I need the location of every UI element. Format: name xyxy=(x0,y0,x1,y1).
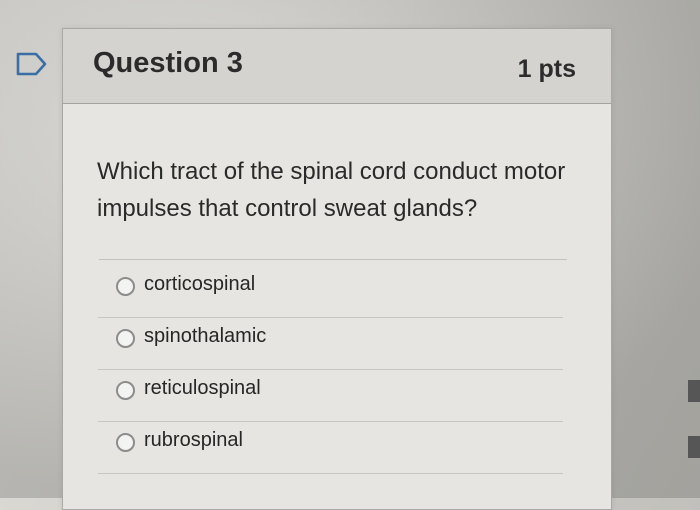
answer-option[interactable]: rubrospinal xyxy=(98,421,563,474)
radio-empty-icon[interactable] xyxy=(116,329,135,348)
answer-label: spinothalamic xyxy=(144,325,267,347)
question-points: 1 pts xyxy=(517,55,576,83)
answer-option[interactable]: spinothalamic xyxy=(98,317,563,370)
answer-label: rubrospinal xyxy=(144,429,243,451)
radio-empty-icon[interactable] xyxy=(116,433,135,452)
divider xyxy=(99,259,567,260)
screen-edge-mark xyxy=(688,436,700,458)
answer-label: reticulospinal xyxy=(144,377,261,399)
question-card: Question 3 1 pts Which tract of the spin… xyxy=(62,28,612,510)
radio-empty-icon[interactable] xyxy=(116,381,135,400)
answer-option[interactable]: reticulospinal xyxy=(98,369,563,422)
answer-option[interactable]: corticospinal xyxy=(98,265,563,318)
question-header: Question 3 1 pts xyxy=(63,29,611,104)
radio-empty-icon[interactable] xyxy=(116,277,135,296)
flag-icon[interactable] xyxy=(14,50,50,78)
question-text: Which tract of the spinal cord conduct m… xyxy=(97,158,566,222)
answer-label: corticospinal xyxy=(144,273,256,295)
question-title: Question 3 xyxy=(93,47,243,79)
screen-edge-mark xyxy=(688,380,700,402)
